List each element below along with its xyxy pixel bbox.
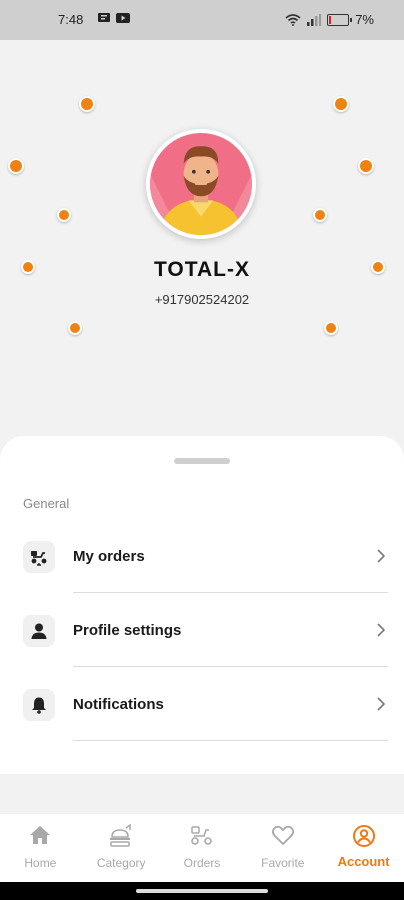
status-right: 7% bbox=[285, 12, 374, 27]
chevron-right-icon bbox=[377, 549, 386, 563]
decorative-dot bbox=[79, 96, 95, 112]
category-icon bbox=[110, 824, 131, 847]
decorative-dot bbox=[8, 158, 24, 174]
nav-item-category[interactable]: Category bbox=[81, 814, 162, 882]
nav-label: Home bbox=[24, 856, 57, 870]
signal-icon bbox=[307, 13, 322, 26]
avatar-illustration bbox=[150, 133, 252, 235]
youtube-icon bbox=[116, 13, 130, 23]
menu-item-profile-settings[interactable]: Profile settings bbox=[0, 593, 404, 667]
heart-icon bbox=[271, 825, 294, 846]
decorative-dot bbox=[324, 321, 338, 335]
menu-item-my-orders[interactable]: My orders bbox=[0, 519, 404, 593]
account-icon bbox=[352, 825, 375, 847]
decorative-dot bbox=[57, 208, 71, 222]
nav-label: Category bbox=[96, 856, 146, 870]
decorative-dot bbox=[313, 208, 327, 222]
nav-label: Favorite bbox=[261, 856, 305, 870]
menu-icon-box bbox=[23, 615, 55, 647]
decorative-dot bbox=[358, 158, 374, 174]
bell-icon bbox=[32, 697, 46, 714]
wifi-icon bbox=[285, 13, 301, 26]
decorative-dot bbox=[68, 321, 82, 335]
menu-item-notifications[interactable]: Notifications bbox=[0, 667, 404, 741]
status-time: 7:48 bbox=[58, 12, 84, 27]
profile-name: TOTAL-X bbox=[153, 258, 251, 281]
menu-icon-box bbox=[23, 541, 55, 573]
sheet-drag-handle[interactable] bbox=[174, 458, 230, 464]
battery-icon bbox=[327, 13, 353, 26]
divider bbox=[73, 740, 388, 741]
status-bar: 7:48 7% bbox=[0, 0, 404, 40]
bottom-nav: Home Category Orders Favorite Account bbox=[0, 814, 404, 882]
profile-header: TOTAL-X +917902524202 bbox=[0, 40, 404, 460]
person-icon bbox=[31, 623, 47, 639]
nav-item-account[interactable]: Account bbox=[323, 814, 404, 882]
home-gesture-bar[interactable] bbox=[136, 889, 268, 893]
chevron-right-icon bbox=[377, 697, 386, 711]
menu-item-label: My orders bbox=[73, 548, 145, 565]
msg-icon bbox=[98, 13, 110, 22]
home-icon bbox=[30, 826, 51, 844]
decorative-dot bbox=[333, 96, 349, 112]
nav-item-home[interactable]: Home bbox=[0, 814, 81, 882]
avatar[interactable] bbox=[146, 129, 256, 239]
nav-item-favorite[interactable]: Favorite bbox=[242, 814, 323, 882]
account-sheet: General My orders Profile settings Notif… bbox=[0, 436, 404, 774]
nav-label: Orders bbox=[183, 856, 221, 870]
system-gesture-area bbox=[0, 882, 404, 900]
nav-label: Account bbox=[337, 854, 390, 869]
chevron-right-icon bbox=[377, 623, 386, 637]
nav-item-orders[interactable]: Orders bbox=[162, 814, 243, 882]
battery-percent: 7% bbox=[355, 12, 374, 27]
menu-item-label: Notifications bbox=[73, 696, 164, 713]
profile-phone: +917902524202 bbox=[154, 292, 250, 307]
delivery-scooter-icon bbox=[31, 551, 47, 566]
menu-icon-box bbox=[23, 689, 55, 721]
section-label-general: General bbox=[23, 496, 70, 511]
status-notification-icons bbox=[98, 13, 130, 24]
menu-item-label: Profile settings bbox=[73, 622, 182, 639]
orders-icon bbox=[191, 826, 212, 845]
